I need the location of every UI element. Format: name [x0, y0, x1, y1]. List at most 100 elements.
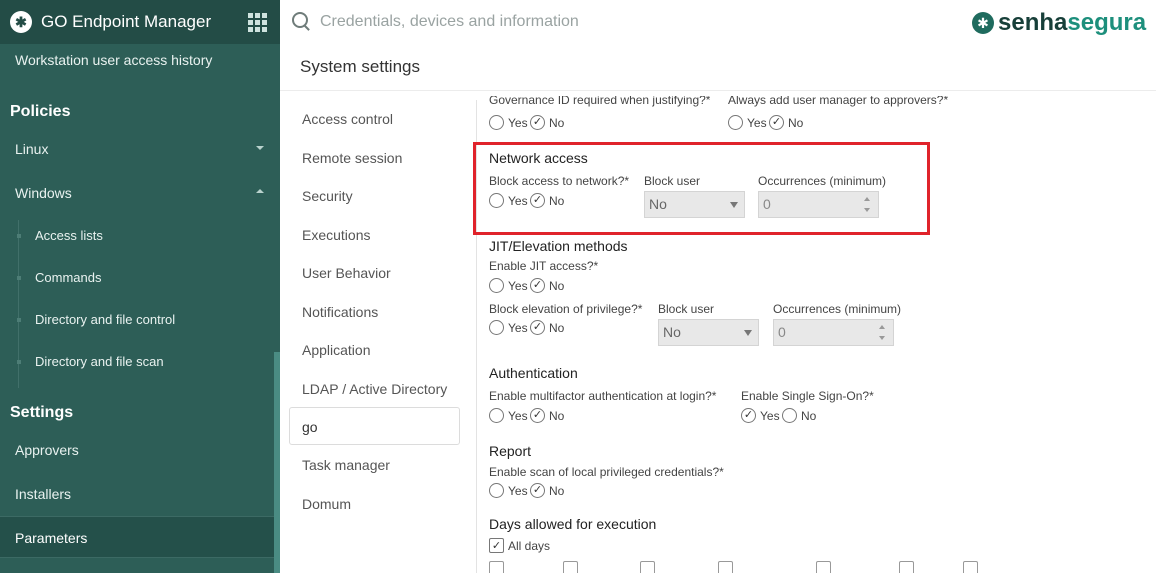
- governance-no-radio[interactable]: ✓: [530, 115, 545, 130]
- caret-down-icon: [730, 202, 738, 208]
- apps-grid-icon[interactable]: [248, 13, 270, 32]
- divider: [280, 90, 1156, 91]
- spin-down-icon[interactable]: [879, 336, 885, 340]
- block-user-label: Block user: [644, 174, 701, 188]
- day-checkbox[interactable]: [816, 561, 831, 573]
- no-label: No: [549, 194, 565, 208]
- scan-no-radio[interactable]: ✓: [530, 483, 545, 498]
- brand-name-part1: senha: [998, 9, 1068, 36]
- sidebar-item-installers[interactable]: Installers: [15, 486, 71, 502]
- submenu-dot-icon: [17, 276, 21, 280]
- yes-label: Yes: [508, 409, 528, 423]
- sidebar-item-commands[interactable]: Commands: [35, 270, 101, 285]
- sidebar-item-linux[interactable]: Linux: [15, 141, 48, 157]
- jit-occurrences-input[interactable]: 0: [773, 319, 894, 346]
- day-checkbox[interactable]: [563, 561, 578, 573]
- chevron-down-icon[interactable]: [256, 146, 264, 150]
- block-elevation-no-radio[interactable]: ✓: [530, 320, 545, 335]
- report-title: Report: [489, 443, 532, 459]
- brand-logo: ✱ senha segura: [972, 9, 1146, 37]
- sidebar-item-access-lists[interactable]: Access lists: [35, 228, 103, 243]
- brand-logo-icon: ✱: [972, 12, 994, 34]
- sso-no-radio[interactable]: [782, 408, 797, 423]
- mfa-no-radio[interactable]: ✓: [530, 408, 545, 423]
- settings-nav-remote-session[interactable]: Remote session: [302, 150, 402, 166]
- mfa-yes-radio[interactable]: [489, 408, 504, 423]
- spin-down-icon[interactable]: [864, 208, 870, 212]
- add-manager-yes-radio[interactable]: [728, 115, 743, 130]
- jit-title: JIT/Elevation methods: [489, 238, 628, 254]
- sidebar-item-approvers[interactable]: Approvers: [15, 442, 79, 458]
- all-days-label: All days: [508, 539, 551, 553]
- settings-nav-notifications[interactable]: Notifications: [302, 304, 378, 320]
- sidebar-item-workstation-history[interactable]: Workstation user access history: [15, 52, 212, 68]
- search-icon[interactable]: [292, 12, 308, 28]
- settings-nav-task-manager[interactable]: Task manager: [302, 457, 390, 473]
- settings-nav-go[interactable]: go: [302, 419, 318, 435]
- settings-nav-security[interactable]: Security: [302, 188, 353, 204]
- no-label: No: [549, 116, 565, 130]
- add-manager-no-radio[interactable]: ✓: [769, 115, 784, 130]
- settings-nav-ldap[interactable]: LDAP / Active Directory: [302, 381, 447, 397]
- settings-nav-application[interactable]: Application: [302, 342, 371, 358]
- day-checkbox[interactable]: [718, 561, 733, 573]
- jit-block-user-select[interactable]: No: [658, 319, 759, 346]
- sidebar: ✱ GO Endpoint Manager Workstation user a…: [0, 0, 280, 573]
- all-days-checkbox[interactable]: ✓: [489, 538, 504, 553]
- settings-nav-access-control[interactable]: Access control: [302, 111, 393, 127]
- settings-nav-user-behavior[interactable]: User Behavior: [302, 265, 391, 281]
- spin-up-icon[interactable]: [879, 325, 885, 329]
- scan-yes-radio[interactable]: [489, 483, 504, 498]
- sidebar-item-directory-file-scan[interactable]: Directory and file scan: [35, 354, 164, 369]
- spin-up-icon[interactable]: [864, 197, 870, 201]
- sidebar-section-policies: Policies: [10, 103, 71, 120]
- no-label: No: [549, 409, 565, 423]
- occurrences-input[interactable]: 0: [758, 191, 879, 218]
- scan-credentials-label: Enable scan of local privileged credenti…: [489, 465, 724, 479]
- mfa-label: Enable multifactor authentication at log…: [489, 389, 717, 403]
- settings-nav-executions[interactable]: Executions: [302, 227, 370, 243]
- block-elevation-yes-radio[interactable]: [489, 320, 504, 335]
- day-checkbox[interactable]: [963, 561, 978, 573]
- block-network-no-radio[interactable]: ✓: [530, 193, 545, 208]
- block-network-label: Block access to network?*: [489, 174, 630, 188]
- day-checkbox[interactable]: [640, 561, 655, 573]
- search-input[interactable]: [320, 10, 880, 34]
- enable-jit-yes-radio[interactable]: [489, 278, 504, 293]
- chevron-up-icon[interactable]: [256, 189, 264, 193]
- yes-label: Yes: [508, 194, 528, 208]
- block-user-select[interactable]: No: [644, 191, 745, 218]
- day-checkbox[interactable]: [899, 561, 914, 573]
- network-access-title: Network access: [489, 150, 588, 166]
- sidebar-item-parameters[interactable]: Parameters: [15, 530, 87, 546]
- jit-block-user-label: Block user: [658, 302, 715, 316]
- weekday-checkboxes-row: [489, 561, 1049, 573]
- submenu-dot-icon: [17, 360, 21, 364]
- enable-jit-no-radio[interactable]: ✓: [530, 278, 545, 293]
- occurrences-value: 0: [763, 196, 771, 212]
- top-bar: ✱ senhasegura: [280, 0, 1156, 44]
- days-title: Days allowed for execution: [489, 516, 657, 532]
- block-network-yes-radio[interactable]: [489, 193, 504, 208]
- sidebar-scrollbar[interactable]: [274, 352, 280, 573]
- block-user-value: No: [649, 196, 667, 212]
- yes-label: Yes: [508, 279, 528, 293]
- day-checkbox[interactable]: [489, 561, 504, 573]
- submenu-dot-icon: [17, 234, 21, 238]
- settings-nav-domum[interactable]: Domum: [302, 496, 351, 512]
- no-label: No: [549, 484, 565, 498]
- jit-block-user-value: No: [663, 324, 681, 340]
- app-title: GO Endpoint Manager: [41, 12, 212, 31]
- yes-label: Yes: [760, 409, 780, 423]
- no-label: No: [549, 279, 565, 293]
- sidebar-item-directory-file-control[interactable]: Directory and file control: [35, 312, 175, 327]
- sso-yes-radio[interactable]: ✓: [741, 408, 756, 423]
- sso-label: Enable Single Sign-On?*: [741, 389, 874, 403]
- occurrences-label: Occurrences (minimum): [758, 174, 887, 188]
- governance-id-label: Governance ID required when justifying?*: [489, 96, 711, 107]
- sidebar-header: ✱ GO Endpoint Manager: [0, 0, 280, 44]
- governance-yes-radio[interactable]: [489, 115, 504, 130]
- sidebar-section-settings: Settings: [10, 404, 74, 421]
- no-label: No: [788, 116, 804, 130]
- sidebar-item-windows[interactable]: Windows: [15, 185, 72, 201]
